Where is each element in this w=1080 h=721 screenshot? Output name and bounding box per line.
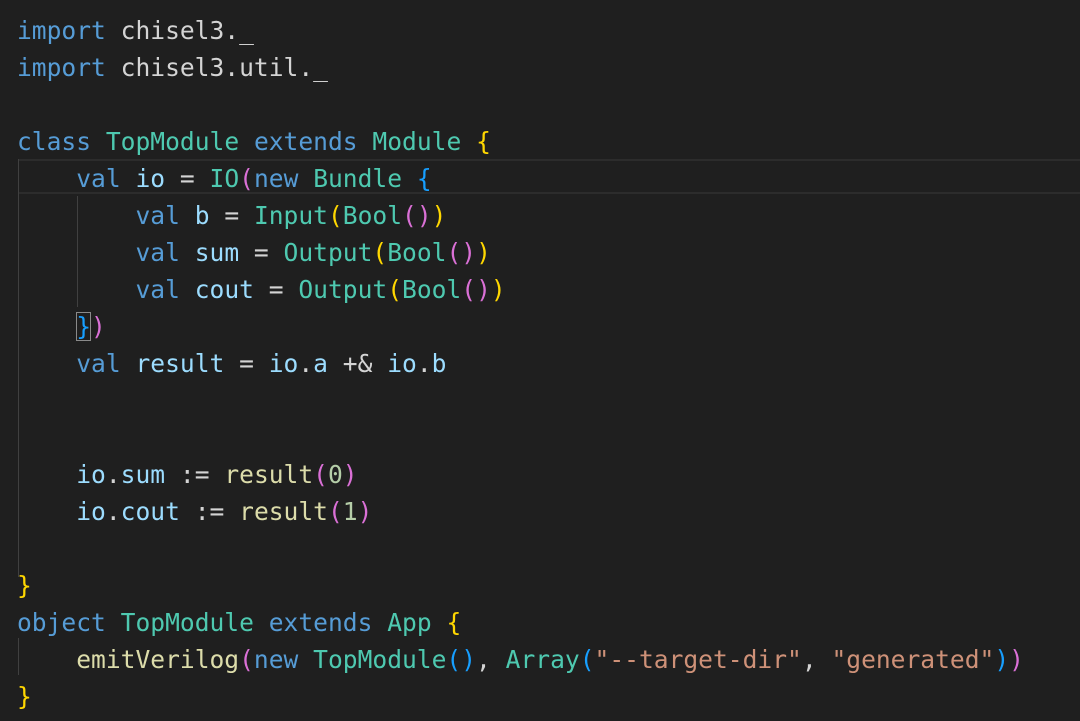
- code-line[interactable]: import chisel3._: [0, 12, 1080, 49]
- code-line[interactable]: [0, 419, 1080, 456]
- code-line-text: }): [76, 312, 106, 341]
- code-line-text: val io = IO(new Bundle {: [76, 164, 432, 193]
- code-line-text: class TopModule extends Module {: [17, 127, 491, 156]
- code-line-text: }: [17, 682, 32, 711]
- code-line-text: emitVerilog(new TopModule(), Array("--ta…: [76, 645, 1024, 674]
- code-line[interactable]: val result = io.a +& io.b: [0, 345, 1080, 382]
- code-line[interactable]: }: [0, 678, 1080, 715]
- code-line-text: object TopModule extends App {: [17, 608, 462, 637]
- code-line-text: val sum = Output(Bool()): [135, 238, 491, 267]
- code-line[interactable]: val io = IO(new Bundle {: [0, 160, 1080, 197]
- code-line-text: io.cout := result(1): [76, 497, 373, 526]
- code-line-text: import chisel3._: [17, 16, 254, 45]
- code-line[interactable]: }): [0, 308, 1080, 345]
- code-line-text: val b = Input(Bool()): [135, 201, 447, 230]
- code-line[interactable]: object TopModule extends App {: [0, 604, 1080, 641]
- code-line[interactable]: [0, 530, 1080, 567]
- code-line[interactable]: import chisel3.util._: [0, 49, 1080, 86]
- code-line[interactable]: io.sum := result(0): [0, 456, 1080, 493]
- code-line[interactable]: [0, 382, 1080, 419]
- code-line-text: io.sum := result(0): [76, 460, 358, 489]
- code-line[interactable]: [0, 86, 1080, 123]
- code-line[interactable]: }: [0, 567, 1080, 604]
- code-line-text: val cout = Output(Bool()): [135, 275, 506, 304]
- code-line-text: }: [17, 571, 32, 600]
- code-line[interactable]: emitVerilog(new TopModule(), Array("--ta…: [0, 641, 1080, 678]
- code-line[interactable]: val sum = Output(Bool()): [0, 234, 1080, 271]
- code-line[interactable]: val b = Input(Bool()): [0, 197, 1080, 234]
- code-line[interactable]: io.cout := result(1): [0, 493, 1080, 530]
- code-line-text: val result = io.a +& io.b: [76, 349, 447, 378]
- code-line[interactable]: val cout = Output(Bool()): [0, 271, 1080, 308]
- code-line-text: import chisel3.util._: [17, 53, 328, 82]
- code-editor[interactable]: import chisel3._import chisel3.util._cla…: [0, 0, 1080, 721]
- code-line[interactable]: class TopModule extends Module {: [0, 123, 1080, 160]
